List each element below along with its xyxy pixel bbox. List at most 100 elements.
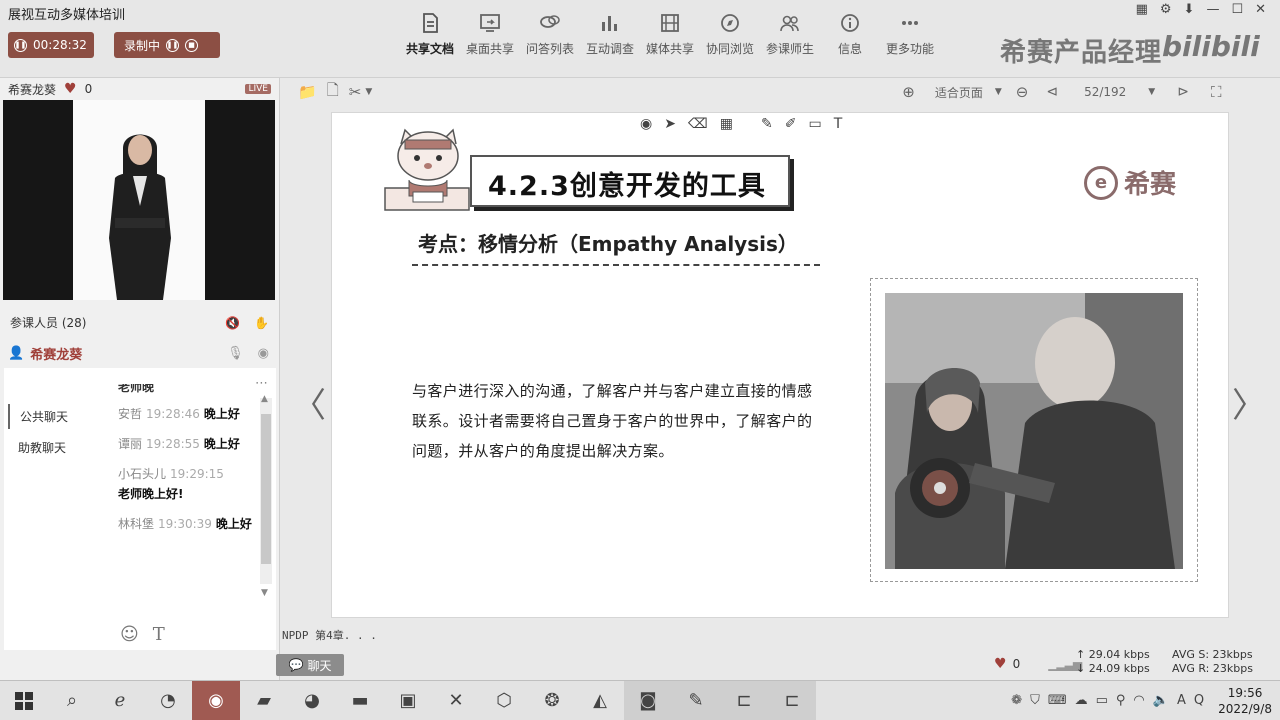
slide-subtitle: 考点：移情分析（Empathy Analysis）: [418, 232, 798, 256]
heart-icon[interactable]: ♥: [994, 656, 1007, 672]
msg-time: 19:28:46: [146, 407, 200, 421]
tab-assistant-chat[interactable]: 助教聊天: [8, 435, 98, 460]
file-explorer-icon[interactable]: ▬: [336, 681, 384, 720]
package-icon[interactable]: ⬡: [480, 681, 528, 720]
tool-desktop-share[interactable]: 桌面共享: [460, 12, 520, 57]
battery-icon[interactable]: ▭: [1096, 693, 1108, 708]
cat-app-icon[interactable]: ◙: [624, 680, 672, 720]
pause-icon: ❚❚: [14, 38, 27, 52]
volume-icon[interactable]: 🔈: [1153, 693, 1169, 708]
classroom-app-2-icon[interactable]: ⊏: [768, 680, 816, 720]
page-indicator[interactable]: 52/192: [1084, 85, 1126, 99]
laser-pointer-icon[interactable]: ◉: [640, 116, 652, 132]
search-icon[interactable]: ⌕: [48, 681, 96, 720]
qq-icon[interactable]: ◕: [288, 681, 336, 720]
search-tray-icon[interactable]: Q: [1194, 693, 1204, 708]
keyboard-icon[interactable]: ⌨: [1048, 693, 1067, 708]
mute-all-icon[interactable]: 🔇: [225, 316, 240, 330]
presenter-name: 希赛龙葵: [8, 82, 57, 97]
prev-page-icon[interactable]: ⊲: [1046, 84, 1058, 100]
paint-app-icon[interactable]: ✎: [672, 680, 720, 720]
prev-slide-arrow[interactable]: 〈: [292, 378, 326, 427]
participants-label: 参课人员 (28): [10, 316, 87, 330]
clock[interactable]: 19:56 2022/9/8: [1218, 685, 1272, 717]
tool-media-share[interactable]: 媒体共享: [640, 12, 700, 57]
msg-time: 19:29:15: [170, 467, 224, 481]
minimize-icon[interactable]: —: [1206, 2, 1219, 17]
chevron-down-icon[interactable]: ▼: [365, 87, 372, 97]
fit-page-select[interactable]: 适合页面: [935, 84, 983, 101]
clear-icon[interactable]: ▦: [720, 116, 733, 132]
file-icon[interactable]: 🗋: [327, 80, 339, 105]
text-format-icon[interactable]: T: [153, 624, 165, 645]
tool-co-browse[interactable]: 协同浏览: [700, 12, 760, 57]
tool-qa-list[interactable]: 问答列表: [520, 12, 580, 57]
main-toolbar: 共享文档 桌面共享 问答列表 互动调查 媒体共享 协同浏览 参课师生 信息 更多…: [400, 12, 940, 57]
heart-icon[interactable]: ♥: [64, 81, 77, 97]
xmind-icon[interactable]: ✕: [432, 681, 480, 720]
scroll-thumb[interactable]: [261, 414, 271, 564]
tool-label: 桌面共享: [465, 42, 514, 56]
next-page-icon[interactable]: ⊳: [1177, 84, 1189, 100]
fit-dropdown-icon[interactable]: ▼: [995, 87, 1002, 97]
tool-label: 协同浏览: [705, 42, 754, 56]
arrow-down-icon[interactable]: ⬇: [1184, 2, 1195, 17]
folder-icon[interactable]: 📁: [298, 83, 317, 101]
usb-icon[interactable]: ⚲: [1116, 693, 1126, 708]
cursor-icon[interactable]: ➤: [664, 116, 676, 132]
stop-record-icon[interactable]: ■: [185, 38, 199, 52]
scroll-up-icon[interactable]: ▲: [261, 394, 268, 404]
scroll-down-icon[interactable]: ▼: [261, 588, 268, 598]
grid-icon[interactable]: ▦: [1136, 2, 1148, 17]
chat-scrollbar[interactable]: ▲ ▼: [260, 394, 272, 598]
camera-icon[interactable]: ◉: [258, 346, 269, 361]
shield-icon[interactable]: ⛉: [1030, 693, 1040, 708]
pencil-icon[interactable]: ✎: [761, 116, 773, 132]
emoji-icon[interactable]: ☺: [120, 624, 139, 645]
text-tool-icon[interactable]: T: [834, 116, 843, 132]
gear-icon[interactable]: ⚙: [1160, 2, 1172, 17]
hand-icon[interactable]: ✋: [254, 316, 269, 330]
rectangle-icon[interactable]: ▭: [808, 116, 821, 132]
eraser-icon[interactable]: ⌫: [688, 116, 708, 132]
maximize-icon[interactable]: ☐: [1231, 2, 1243, 17]
tool-survey[interactable]: 互动调查: [580, 12, 640, 57]
highlighter-icon[interactable]: ✐: [785, 116, 797, 132]
tool-participants[interactable]: 参课师生: [760, 12, 820, 57]
tool-label: 共享文档: [405, 42, 454, 56]
host-row: 👤 希赛龙葵 🎙 ◉: [8, 344, 269, 363]
zoom-out-icon[interactable]: ⊖: [1016, 83, 1029, 101]
tray-app-icon[interactable]: ❁: [1011, 693, 1022, 708]
chat-message: 林科堡 19:30:39 晚上好: [118, 514, 258, 534]
start-button[interactable]: [0, 681, 48, 720]
edge-browser-icon[interactable]: ℯ: [96, 681, 144, 720]
zoom-in-icon[interactable]: ⊕: [902, 83, 915, 101]
tab-public-chat[interactable]: 公共聊天: [8, 404, 98, 429]
pdf-reader-icon[interactable]: ▣: [384, 681, 432, 720]
tool-share-document[interactable]: 共享文档: [400, 12, 460, 57]
recording-button[interactable]: 录制中 ❚❚ ■: [114, 32, 220, 58]
tool-more[interactable]: 更多功能: [880, 12, 940, 57]
nvidia-icon[interactable]: ◭: [576, 681, 624, 720]
input-method-icon[interactable]: A: [1177, 693, 1186, 708]
timer-button[interactable]: ❚❚ 00:28:32: [8, 32, 94, 58]
live-badge[interactable]: LIVE: [245, 84, 271, 94]
page-dropdown-icon[interactable]: ▼: [1148, 87, 1155, 97]
msg-text: 晚上好: [203, 407, 240, 421]
tool-info[interactable]: 信息: [820, 12, 880, 57]
wifi-icon[interactable]: ◠: [1133, 693, 1144, 708]
cloud-icon[interactable]: ☁: [1075, 693, 1088, 708]
cloud-app-icon[interactable]: ❂: [528, 681, 576, 720]
recording-app-icon[interactable]: ◉: [192, 680, 240, 720]
fullscreen-icon[interactable]: ⛶: [1211, 83, 1222, 101]
pause-record-icon[interactable]: ❚❚: [166, 38, 180, 52]
chat-app-icon[interactable]: ◔: [144, 681, 192, 720]
classroom-app-icon[interactable]: ⊏: [720, 680, 768, 720]
scissors-icon[interactable]: ✂: [349, 83, 362, 101]
next-slide-arrow[interactable]: 〉: [1232, 378, 1266, 427]
close-icon[interactable]: ✕: [1255, 2, 1266, 17]
chat-button[interactable]: 💬 聊天: [276, 654, 344, 676]
microphone-icon[interactable]: 🎙: [227, 346, 244, 361]
chat-bubble-icon: 💬: [288, 658, 304, 672]
notebook-icon[interactable]: ▰: [240, 681, 288, 720]
